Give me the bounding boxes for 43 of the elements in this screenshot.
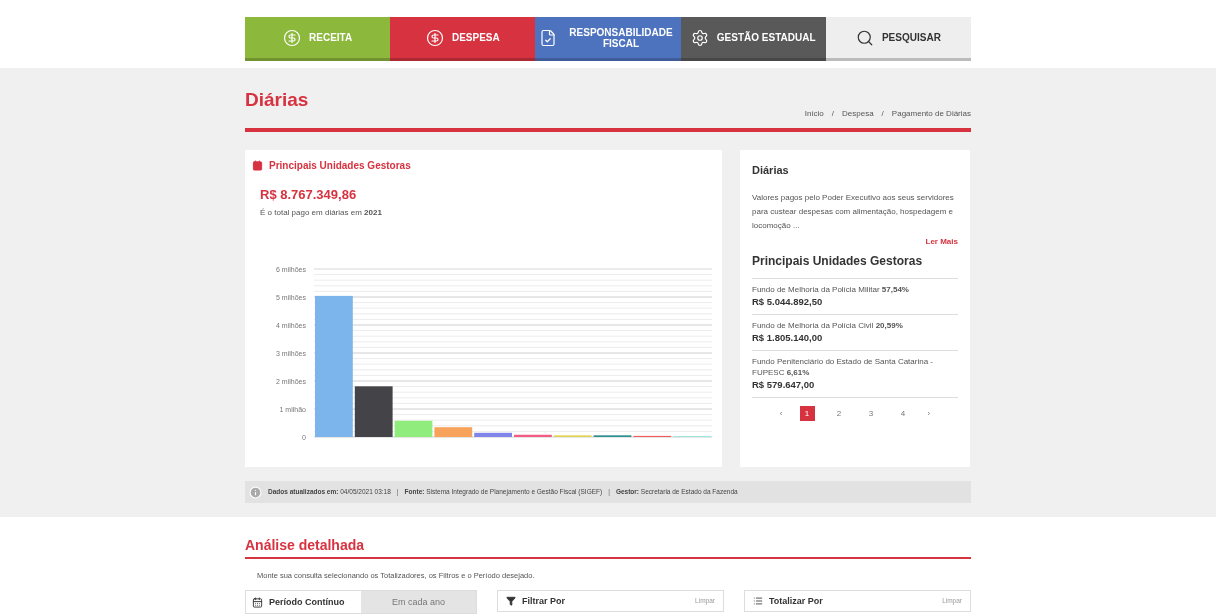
panel-title: Filtrar Por bbox=[521, 594, 565, 608]
total-caption: É o total pago em diárias em 2021 bbox=[260, 206, 383, 219]
dollar-icon bbox=[425, 28, 444, 47]
breadcrumb-link[interactable]: Pagamento de Diárias bbox=[891, 108, 971, 120]
total-amount: R$ 8.767.349,86 bbox=[260, 186, 358, 204]
info-icon bbox=[249, 485, 262, 499]
prev-page[interactable]: ‹ bbox=[779, 407, 783, 420]
dollar-icon bbox=[283, 28, 301, 47]
nav-tab[interactable]: GESTÃO ESTADUAL bbox=[680, 17, 826, 61]
read-more-link[interactable]: Ler Mais bbox=[925, 235, 958, 248]
card-title: Diárias bbox=[752, 163, 790, 178]
next-page[interactable]: › bbox=[927, 407, 931, 420]
calendar-icon bbox=[252, 160, 263, 171]
nav-tab[interactable]: DESPESA bbox=[390, 17, 536, 61]
gears-icon bbox=[690, 28, 709, 47]
calendar-icon bbox=[252, 596, 263, 608]
period-tab[interactable]: Em cada ano bbox=[360, 591, 476, 614]
panel-title: Totalizar Por bbox=[768, 594, 823, 608]
page-number[interactable]: 1 bbox=[799, 406, 815, 422]
list-title: Principais Unidades Gestoras bbox=[752, 252, 924, 270]
breadcrumb-link[interactable]: Início bbox=[804, 108, 824, 120]
list-icon bbox=[752, 596, 763, 607]
filter-icon bbox=[505, 596, 516, 607]
breadcrumb-separator: / bbox=[880, 108, 885, 120]
breadcrumb-separator: / bbox=[830, 108, 836, 120]
breadcrumb-link[interactable]: Despesa bbox=[842, 108, 874, 120]
section-title: Análise detalhada bbox=[245, 536, 366, 554]
search-icon bbox=[855, 28, 874, 47]
description: Valores pagos pelo Poder Executivo aos seus servidores para custear despesas com alimentação, hospedagem e locomoção ... bbox=[752, 191, 955, 232]
unit-name: Fundo de Melhoria da Polícia Civil 20,59% bbox=[752, 319, 904, 331]
unit-amount: R$ 1.805.140,00 bbox=[752, 330, 824, 345]
unit-amount: R$ 5.044.892,50 bbox=[752, 294, 824, 309]
unit-amount: R$ 579.647,00 bbox=[752, 378, 816, 392]
page-number[interactable]: 2 bbox=[831, 406, 847, 422]
nav-tab[interactable]: RESPONSABILIDADE FISCAL bbox=[535, 17, 681, 61]
page-title: Diárias bbox=[245, 88, 310, 112]
page-number[interactable]: 3 bbox=[863, 406, 879, 422]
document-icon bbox=[539, 28, 558, 47]
unit-name: Fundo Penitenciário do Estado de Santa Catarina - FUPESC 6,61% bbox=[752, 356, 934, 378]
page-number[interactable]: 4 bbox=[895, 406, 911, 422]
nav-tab[interactable]: PESQUISAR bbox=[825, 17, 971, 61]
unit-name: Fundo de Melhoria da Polícia Militar 57,54% bbox=[752, 283, 910, 295]
card-title: Principais Unidades Gestoras bbox=[269, 159, 411, 173]
